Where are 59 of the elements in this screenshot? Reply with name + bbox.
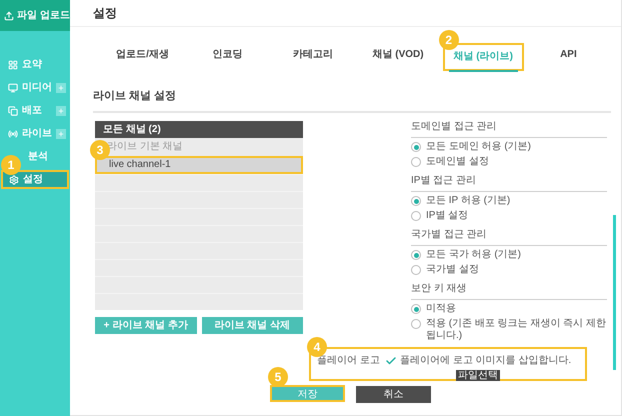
tab[interactable]: API (528, 43, 609, 71)
radio-button[interactable] (411, 250, 421, 260)
upload-button[interactable]: 파일 업로드 (0, 0, 70, 31)
grid-icon (8, 60, 18, 70)
save-button[interactable]: 저장 (270, 385, 345, 402)
channel-row[interactable]: live channel-1 (95, 156, 303, 174)
radio-button[interactable] (411, 142, 421, 152)
setting-heading: 보안 키 재생 (411, 281, 607, 300)
sidebar-item[interactable]: 분석 (28, 149, 48, 164)
callout-number: 5 (268, 367, 288, 387)
radio-label: 모든 IP 허용 (기본) (426, 195, 510, 207)
radio-button[interactable] (411, 304, 421, 314)
callout-number: 4 (307, 337, 327, 357)
channel-button[interactable]: + 라이브 채널 추가 (95, 317, 196, 334)
expand-mark[interactable]: + (56, 106, 66, 116)
radio-button[interactable] (411, 157, 421, 167)
radio-button[interactable] (411, 319, 421, 329)
scrollbar[interactable] (613, 215, 616, 370)
channel-button[interactable]: 라이브 채널 삭제 (202, 317, 303, 334)
radio-label: 모든 국가 허용 (기본) (426, 249, 521, 261)
radio-label: 모든 도메인 허용 (기본) (426, 141, 531, 153)
file-select-button[interactable]: 파일선택 (456, 370, 500, 381)
expand-mark[interactable]: + (56, 82, 66, 92)
tab[interactable]: 카테고리 (272, 43, 354, 71)
copy-icon (8, 106, 18, 116)
radio-label: IP별 설정 (426, 210, 468, 222)
setting-heading: IP별 접근 관리 (411, 173, 607, 192)
cancel-button[interactable]: 취소 (356, 386, 431, 403)
radio-button[interactable] (411, 265, 421, 275)
tab[interactable]: 업로드/재생 (102, 43, 184, 71)
section-title: 라이브 채널 설정 (93, 90, 176, 102)
list-header: 모든 채널 (2) (95, 121, 303, 138)
setting-heading: 국가별 접근 관리 (411, 227, 607, 246)
radio-button[interactable] (411, 196, 421, 206)
setting-heading: 도메인별 접근 관리 (411, 119, 607, 138)
checkbox-label: 플레이어에 로고 이미지를 삽입합니다. (400, 354, 572, 368)
player-logo-label: 플레이어 로고 (317, 354, 381, 368)
sidebar-item[interactable]: 미디어 (8, 80, 52, 95)
tab[interactable]: 인코딩 (187, 43, 268, 71)
radio-label: 미적용 (426, 303, 456, 315)
radio-label: 적용 (기존 배포 링크는 재생이 즉시 제한됩니다.) (426, 318, 607, 342)
callout-number: 1 (1, 155, 21, 175)
expand-mark[interactable]: + (56, 128, 66, 138)
monitor-icon (8, 82, 18, 92)
sidebar-item[interactable]: 라이브 (8, 126, 52, 141)
logo-checkbox[interactable] (385, 354, 397, 366)
page-title: 설정 (93, 5, 117, 22)
upload-icon (4, 10, 14, 20)
radio-label: 도메인별 설정 (426, 156, 489, 168)
broadcast-icon (8, 128, 18, 138)
radio-label: 국가별 설정 (426, 264, 479, 276)
callout-number: 2 (438, 30, 459, 50)
settings-icon (9, 174, 19, 184)
sidebar-item[interactable]: 요약 (8, 57, 42, 72)
callout-number: 3 (90, 140, 110, 160)
radio-button[interactable] (411, 211, 421, 221)
sidebar-item[interactable]: 설정 (1, 170, 69, 189)
tab[interactable]: 채널 (VOD) (358, 43, 439, 71)
sidebar-item[interactable]: 배포 (8, 103, 42, 118)
